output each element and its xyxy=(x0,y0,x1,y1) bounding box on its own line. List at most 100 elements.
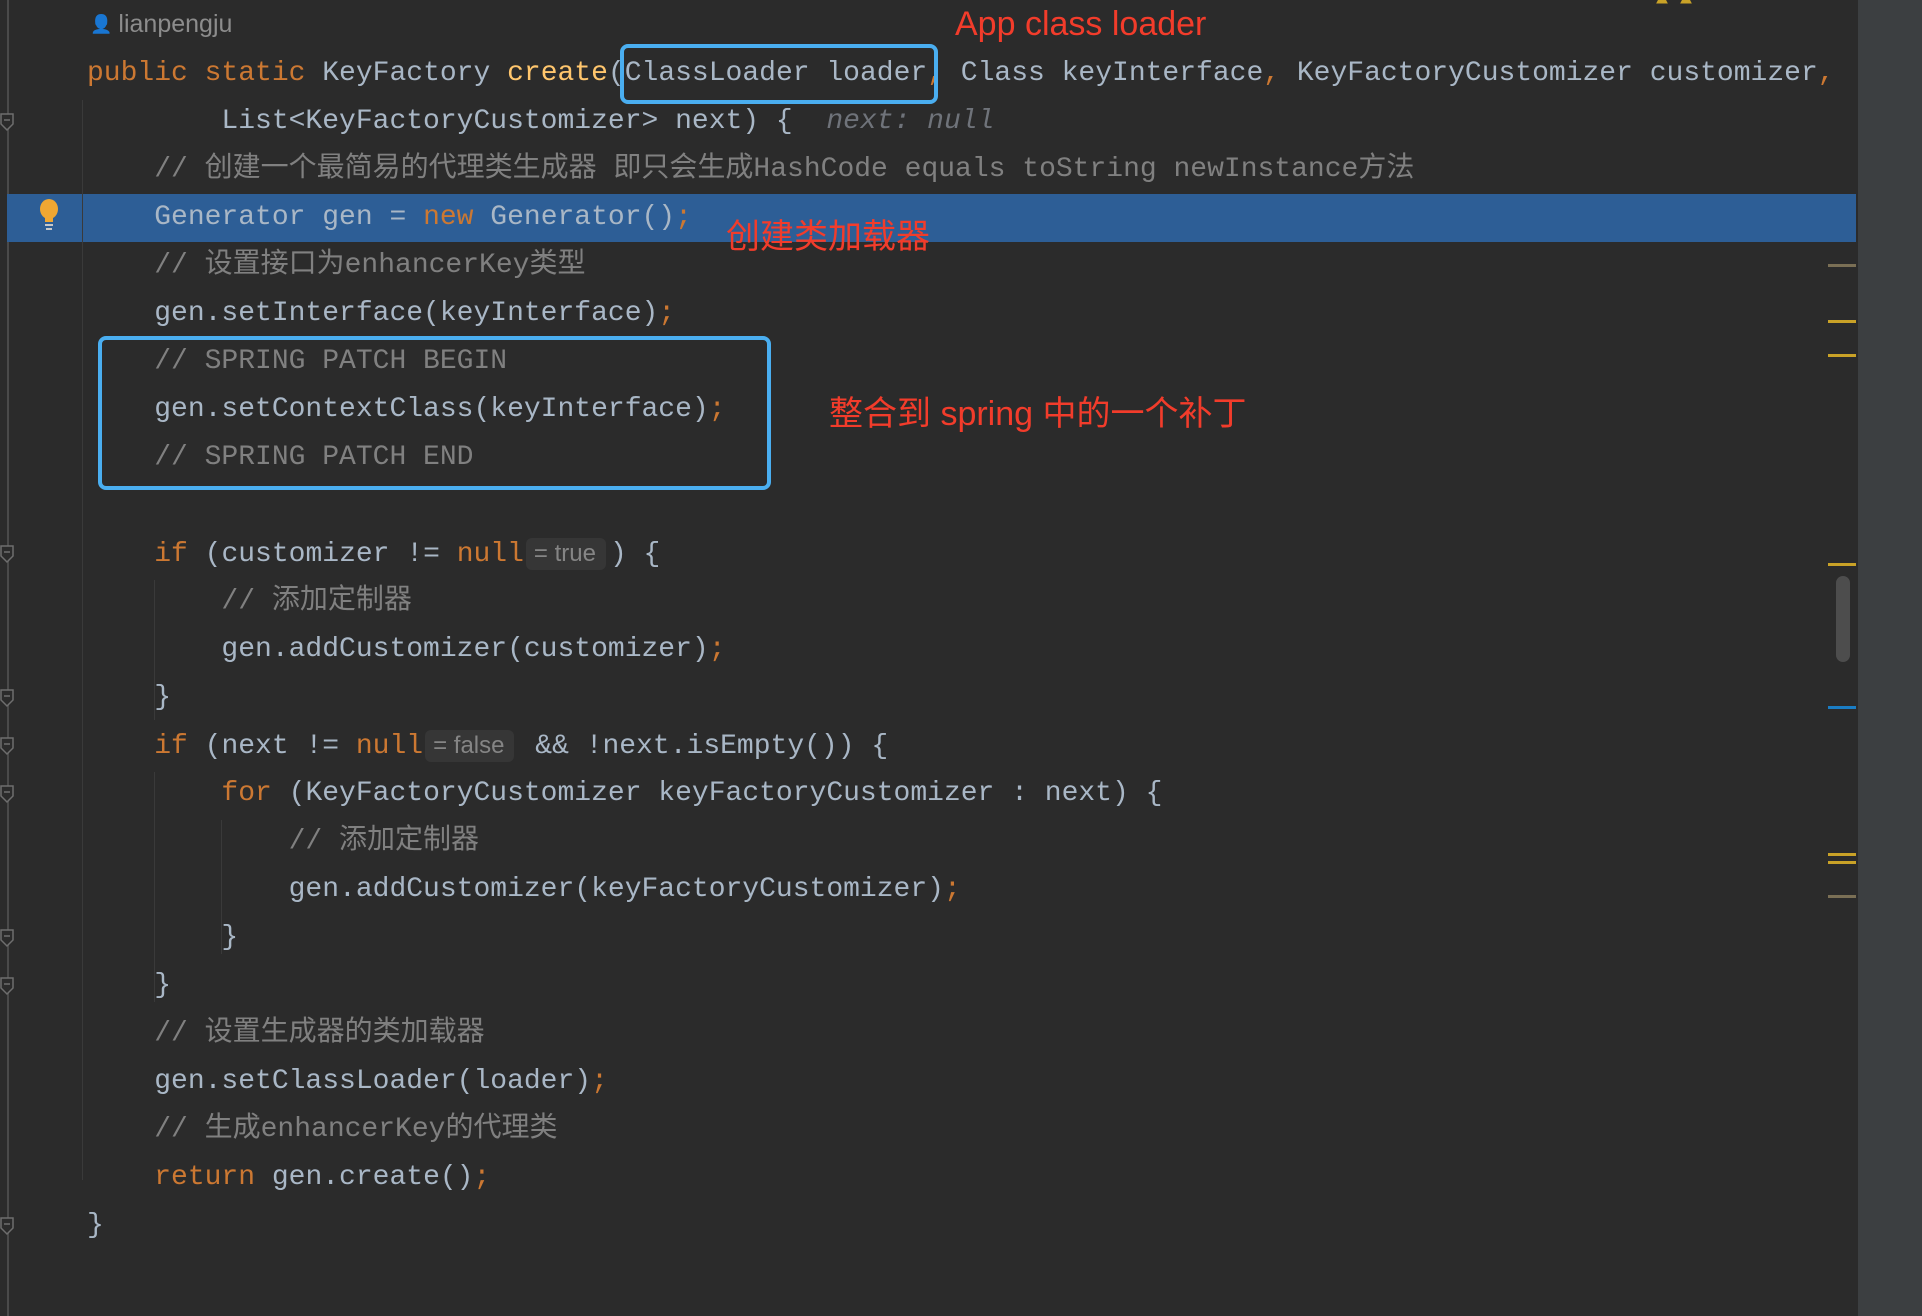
code-line[interactable]: // 设置生成器的类加载器 xyxy=(87,1010,1835,1058)
scrollbar-marker[interactable] xyxy=(1828,706,1856,709)
indent-guide xyxy=(82,100,83,1180)
fold-toggle-icon[interactable] xyxy=(0,928,16,948)
scrollbar-marker[interactable] xyxy=(1828,853,1856,856)
code-line[interactable]: // 设置接口为enhancerKey类型 xyxy=(87,242,1835,290)
code-token: } xyxy=(87,970,172,1001)
code-token: // 创建一个最简易的代理类生成器 即只会生成HashCode equals t… xyxy=(87,154,1415,185)
code-editor[interactable]: public static KeyFactory create(ClassLoa… xyxy=(87,50,1835,1250)
code-token: ; xyxy=(675,202,692,233)
code-line[interactable]: gen.setInterface(keyInterface); xyxy=(87,290,1835,338)
code-token: // 设置生成器的类加载器 xyxy=(87,1018,485,1049)
scrollbar-marker[interactable] xyxy=(1828,354,1856,357)
code-token: for xyxy=(221,778,289,809)
code-token: ) { xyxy=(609,539,661,570)
code-line[interactable]: public static KeyFactory create(ClassLoa… xyxy=(87,50,1835,98)
code-token: ; xyxy=(943,874,961,905)
code-token: // 设置接口为enhancerKey类型 xyxy=(87,250,586,281)
fold-toggle-icon[interactable] xyxy=(0,976,16,996)
code-token: List<KeyFactoryCustomizer> next) { xyxy=(87,106,827,137)
code-token: } xyxy=(87,682,172,713)
code-token: // 添加定制器 xyxy=(87,586,412,617)
fold-toggle-icon[interactable] xyxy=(0,1216,16,1236)
code-token: } xyxy=(87,1210,104,1241)
code-token: ; xyxy=(708,634,726,665)
code-line[interactable]: gen.setClassLoader(loader); xyxy=(87,1058,1835,1106)
code-line[interactable]: // 添加定制器 xyxy=(87,578,1835,626)
code-token: Generator gen = xyxy=(87,202,424,233)
code-token: KeyFactoryCustomizer customizer xyxy=(1296,58,1818,89)
code-token: KeyFactory xyxy=(322,58,508,89)
scrollbar-marker[interactable] xyxy=(1828,563,1856,566)
code-token: ; xyxy=(658,298,676,329)
spring-patch-highlight-box xyxy=(98,336,771,490)
code-token: , xyxy=(1263,58,1297,89)
classloader-highlight-box xyxy=(620,44,938,104)
right-tool-panel xyxy=(1858,0,1922,1316)
code-token: if xyxy=(154,731,205,762)
inlay-value-hint: = true xyxy=(525,538,606,570)
code-token: gen.setInterface(keyInterface) xyxy=(87,298,659,329)
code-line[interactable]: List<KeyFactoryCustomizer> next) { next:… xyxy=(87,98,1835,146)
code-token: null xyxy=(355,731,424,762)
scrollbar-marker[interactable] xyxy=(1828,264,1856,267)
fold-toggle-icon[interactable] xyxy=(0,784,16,804)
code-token: new xyxy=(423,202,491,233)
code-token: ; xyxy=(591,1066,608,1097)
code-token: ; xyxy=(473,1162,491,1193)
code-token: Class keyInterface xyxy=(960,58,1264,89)
code-author-hint[interactable]: 👤 lianpengju xyxy=(90,10,232,39)
code-token: gen.addCustomizer(keyFactoryCustomizer) xyxy=(87,874,944,905)
code-token: // 添加定制器 xyxy=(87,826,480,857)
code-line[interactable]: } xyxy=(87,1202,1835,1250)
fold-toggle-icon[interactable] xyxy=(0,112,16,132)
code-token: (next != xyxy=(204,731,356,762)
lightbulb-icon[interactable] xyxy=(38,198,60,234)
scrollbar-marker[interactable] xyxy=(1828,320,1856,323)
code-line[interactable]: // 添加定制器 xyxy=(87,818,1835,866)
annotation-create-loader: 创建类加载器 xyxy=(726,218,930,256)
author-name: lianpengju xyxy=(118,10,233,38)
code-line[interactable]: gen.addCustomizer(keyFactoryCustomizer); xyxy=(87,866,1835,914)
fold-toggle-icon[interactable] xyxy=(0,736,16,756)
code-token: (KeyFactoryCustomizer keyFactoryCustomiz… xyxy=(288,778,1163,809)
inspection-warning-icons[interactable]: ▲ ▲ xyxy=(1656,0,1692,11)
code-line[interactable]: } xyxy=(87,914,1835,962)
code-token: // 生成enhancerKey的代理类 xyxy=(87,1114,558,1145)
code-token: null xyxy=(456,539,524,570)
code-line[interactable]: return gen.create(); xyxy=(87,1154,1835,1202)
scrollbar-marker[interactable] xyxy=(1828,895,1856,898)
fold-toggle-icon[interactable] xyxy=(0,688,16,708)
code-token: , xyxy=(1817,58,1835,89)
code-line[interactable]: if (customizer != null = true) { xyxy=(87,530,1835,578)
vertical-scrollbar-thumb[interactable] xyxy=(1836,576,1850,662)
annotation-spring-patch: 整合到 spring 中的一个补丁 xyxy=(829,395,1247,433)
code-line[interactable]: gen.addCustomizer(customizer); xyxy=(87,626,1835,674)
code-line[interactable]: } xyxy=(87,674,1835,722)
code-line[interactable]: // 生成enhancerKey的代理类 xyxy=(87,1106,1835,1154)
code-line[interactable]: } xyxy=(87,962,1835,1010)
person-icon: 👤 xyxy=(90,14,113,34)
code-token: gen.setClassLoader(loader) xyxy=(87,1066,592,1097)
code-token: return xyxy=(154,1162,272,1193)
code-line[interactable]: // 创建一个最简易的代理类生成器 即只会生成HashCode equals t… xyxy=(87,146,1835,194)
code-line[interactable]: Generator gen = new Generator(); xyxy=(87,194,1835,242)
code-token: create xyxy=(507,58,608,89)
fold-toggle-icon[interactable] xyxy=(0,544,16,564)
annotation-app-class-loader: App class loader xyxy=(955,5,1207,43)
code-line[interactable]: for (KeyFactoryCustomizer keyFactoryCust… xyxy=(87,770,1835,818)
code-token: public static xyxy=(87,58,323,89)
code-token: if xyxy=(154,539,205,570)
code-token: gen.addCustomizer(customizer) xyxy=(87,634,709,665)
code-token: && !next.isEmpty()) { xyxy=(518,731,889,762)
code-token: (customizer != xyxy=(204,539,457,570)
code-token: Generator() xyxy=(490,202,676,233)
inlay-value-hint: = false xyxy=(425,730,515,762)
code-line[interactable]: if (next != null = false && !next.isEmpty… xyxy=(87,722,1835,770)
code-token: gen.create() xyxy=(271,1162,474,1193)
scrollbar-marker[interactable] xyxy=(1828,861,1856,864)
code-token: } xyxy=(87,922,239,953)
